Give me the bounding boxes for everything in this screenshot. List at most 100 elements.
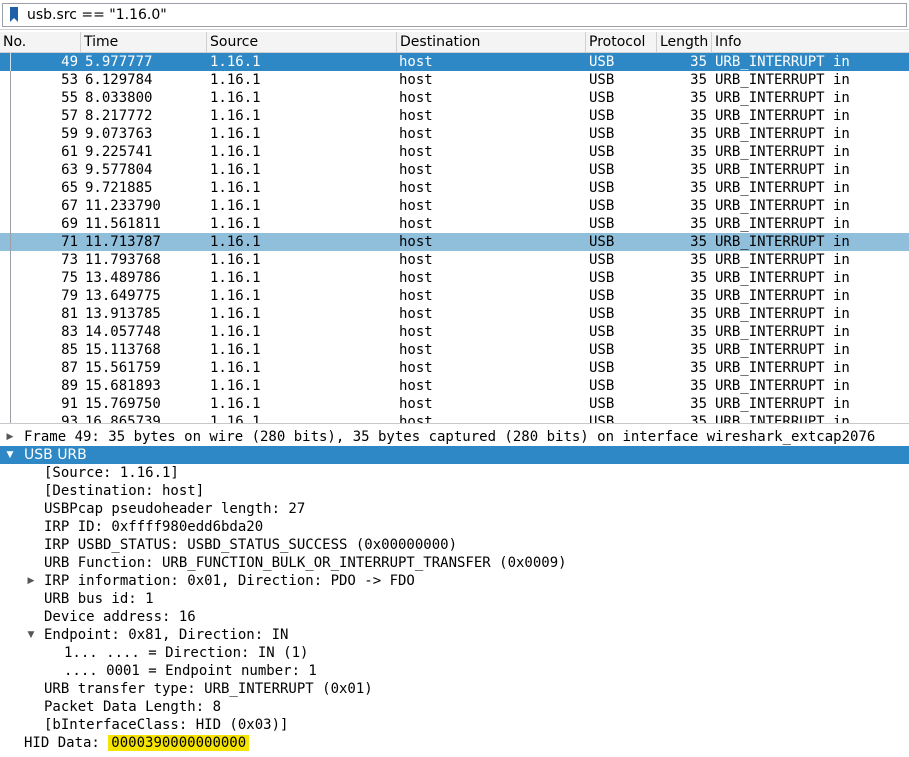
detail-frame[interactable]: ▶ Frame 49: 35 bytes on wire (280 bits),… bbox=[0, 428, 909, 446]
packet-row[interactable]: 91 15.769750 1.16.1 host USB 35 URB_INTERRUPT … bbox=[0, 395, 909, 413]
packet-row[interactable]: 87 15.561759 1.16.1 host USB 35 URB_INTERRUPT … bbox=[0, 359, 909, 377]
packet-row[interactable]: 79 13.649775 1.16.1 host USB 35 URB_INTERRUPT … bbox=[0, 287, 909, 305]
detail-irp-id[interactable]: IRP ID: 0xffff980edd6bda20 bbox=[0, 518, 909, 536]
packet-cell-time: 15.769750 bbox=[85, 396, 161, 412]
collapse-arrow-icon[interactable]: ▼ bbox=[25, 626, 37, 644]
detail-endpoint-number[interactable]: .... 0001 = Endpoint number: 1 bbox=[0, 662, 909, 680]
detail-usb-urb[interactable]: ▼ USB URB bbox=[0, 446, 909, 464]
packet-cell-info: URB_INTERRUPT in bbox=[715, 180, 850, 196]
packet-cell-no: 73 bbox=[61, 252, 78, 268]
detail-endpoint[interactable]: ▼ Endpoint: 0x81, Direction: IN bbox=[0, 626, 909, 644]
packet-row[interactable]: 67 11.233790 1.16.1 host USB 35 URB_INTERRUPT … bbox=[0, 197, 909, 215]
packet-row[interactable]: 85 15.113768 1.16.1 host USB 35 URB_INTERRUPT … bbox=[0, 341, 909, 359]
packet-cell-src: 1.16.1 bbox=[210, 234, 261, 250]
packet-cell-proto: USB bbox=[589, 342, 615, 358]
packet-row[interactable]: 71 11.713787 1.16.1 host USB 35 URB_INTERRUPT … bbox=[0, 233, 909, 251]
detail-irp-information[interactable]: ▶ IRP information: 0x01, Direction: PDO … bbox=[0, 572, 909, 590]
packet-cell-len: 35 bbox=[690, 144, 707, 160]
packet-cell-no: 93 bbox=[61, 414, 78, 424]
packet-row[interactable]: 75 13.489786 1.16.1 host USB 35 URB_INTERRUPT … bbox=[0, 269, 909, 287]
packet-row[interactable]: 73 11.793768 1.16.1 host USB 35 URB_INTERRUPT … bbox=[0, 251, 909, 269]
packet-cell-src: 1.16.1 bbox=[210, 414, 261, 424]
packet-cell-proto: USB bbox=[589, 108, 615, 124]
packet-cell-src: 1.16.1 bbox=[210, 108, 261, 124]
column-info[interactable]: Info bbox=[712, 32, 909, 53]
packet-cell-proto: USB bbox=[589, 72, 615, 88]
packet-row[interactable]: 49 5.977777 1.16.1 host USB 35 URB_INTERRUPT i… bbox=[0, 53, 909, 71]
packet-cell-time: 11.713787 bbox=[85, 234, 161, 250]
detail-interface-class[interactable]: [bInterfaceClass: HID (0x03)] bbox=[0, 716, 909, 734]
packet-cell-info: URB_INTERRUPT in bbox=[715, 144, 850, 160]
packet-cell-info: URB_INTERRUPT in bbox=[715, 396, 850, 412]
packet-cell-len: 35 bbox=[690, 324, 707, 340]
column-no[interactable]: No. bbox=[0, 32, 81, 53]
packet-row[interactable]: 65 9.721885 1.16.1 host USB 35 URB_INTERRUPT i… bbox=[0, 179, 909, 197]
packet-row[interactable]: 83 14.057748 1.16.1 host USB 35 URB_INTERRUPT … bbox=[0, 323, 909, 341]
column-time[interactable]: Time bbox=[81, 32, 207, 53]
packet-cell-dst: host bbox=[399, 288, 433, 304]
packet-cell-len: 35 bbox=[690, 90, 707, 106]
packet-cell-time: 13.649775 bbox=[85, 288, 161, 304]
collapse-arrow-icon[interactable]: ▼ bbox=[4, 446, 16, 464]
detail-data-length[interactable]: Packet Data Length: 8 bbox=[0, 698, 909, 716]
packet-cell-proto: USB bbox=[589, 288, 615, 304]
display-filter-input[interactable]: usb.src == "1.16.0" bbox=[2, 3, 907, 27]
packet-cell-no: 65 bbox=[61, 180, 78, 196]
packet-cell-no: 61 bbox=[61, 144, 78, 160]
packet-cell-dst: host bbox=[399, 54, 433, 70]
packet-cell-time: 11.561811 bbox=[85, 216, 161, 232]
packet-row[interactable]: 81 13.913785 1.16.1 host USB 35 URB_INTERRUPT … bbox=[0, 305, 909, 323]
packet-cell-time: 9.577804 bbox=[85, 162, 153, 178]
detail-device-address[interactable]: Device address: 16 bbox=[0, 608, 909, 626]
column-destination[interactable]: Destination bbox=[397, 32, 586, 53]
expand-arrow-icon[interactable]: ▶ bbox=[4, 428, 16, 446]
packet-row[interactable]: 69 11.561811 1.16.1 host USB 35 URB_INTERRUPT … bbox=[0, 215, 909, 233]
detail-source[interactable]: [Source: 1.16.1] bbox=[0, 464, 909, 482]
detail-urb-function[interactable]: URB Function: URB_FUNCTION_BULK_OR_INTER… bbox=[0, 554, 909, 572]
packet-cell-proto: USB bbox=[589, 144, 615, 160]
packet-row[interactable]: 63 9.577804 1.16.1 host USB 35 URB_INTERRUPT i… bbox=[0, 161, 909, 179]
packet-cell-src: 1.16.1 bbox=[210, 90, 261, 106]
bookmark-icon[interactable] bbox=[9, 7, 19, 23]
detail-pseudoheader[interactable]: USBPcap pseudoheader length: 27 bbox=[0, 500, 909, 518]
display-filter-bar: usb.src == "1.16.0" bbox=[0, 0, 909, 30]
packet-row[interactable]: 57 8.217772 1.16.1 host USB 35 URB_INTERRUPT i… bbox=[0, 107, 909, 125]
packet-cell-len: 35 bbox=[690, 180, 707, 196]
column-length[interactable]: Length bbox=[657, 32, 712, 53]
packet-row[interactable]: 61 9.225741 1.16.1 host USB 35 URB_INTERRUPT i… bbox=[0, 143, 909, 161]
packet-row[interactable]: 55 8.033800 1.16.1 host USB 35 URB_INTERRUPT i… bbox=[0, 89, 909, 107]
packet-cell-no: 81 bbox=[61, 306, 78, 322]
detail-hid-data[interactable]: HID Data: 0000390000000000 bbox=[0, 734, 909, 752]
packet-cell-proto: USB bbox=[589, 360, 615, 376]
packet-cell-len: 35 bbox=[690, 414, 707, 424]
detail-endpoint-direction[interactable]: 1... .... = Direction: IN (1) bbox=[0, 644, 909, 662]
packet-cell-time: 8.033800 bbox=[85, 90, 153, 106]
packet-row[interactable]: 53 6.129784 1.16.1 host USB 35 URB_INTERRUPT i… bbox=[0, 71, 909, 89]
packet-list[interactable]: No. Time Source Destination Protocol Len… bbox=[0, 32, 909, 424]
packet-cell-len: 35 bbox=[690, 108, 707, 124]
packet-cell-src: 1.16.1 bbox=[210, 396, 261, 412]
packet-cell-info: URB_INTERRUPT in bbox=[715, 108, 850, 124]
packet-cell-time: 9.721885 bbox=[85, 180, 153, 196]
expand-arrow-icon[interactable]: ▶ bbox=[25, 572, 37, 590]
detail-bus-id[interactable]: URB bus id: 1 bbox=[0, 590, 909, 608]
packet-cell-src: 1.16.1 bbox=[210, 324, 261, 340]
packet-cell-dst: host bbox=[399, 270, 433, 286]
packet-cell-no: 57 bbox=[61, 108, 78, 124]
detail-destination[interactable]: [Destination: host] bbox=[0, 482, 909, 500]
packet-cell-time: 13.913785 bbox=[85, 306, 161, 322]
detail-transfer-type[interactable]: URB transfer type: URB_INTERRUPT (0x01) bbox=[0, 680, 909, 698]
packet-row[interactable]: 59 9.073763 1.16.1 host USB 35 URB_INTERRUPT i… bbox=[0, 125, 909, 143]
packet-cell-info: URB_INTERRUPT in bbox=[715, 378, 850, 394]
packet-cell-no: 89 bbox=[61, 378, 78, 394]
column-protocol[interactable]: Protocol bbox=[586, 32, 657, 53]
detail-irp-status[interactable]: IRP USBD_STATUS: USBD_STATUS_SUCCESS (0x… bbox=[0, 536, 909, 554]
packet-cell-dst: host bbox=[399, 324, 433, 340]
packet-row[interactable]: 89 15.681893 1.16.1 host USB 35 URB_INTERRUPT … bbox=[0, 377, 909, 395]
packet-cell-info: URB_INTERRUPT in bbox=[715, 72, 850, 88]
packet-cell-no: 71 bbox=[61, 234, 78, 250]
packet-cell-info: URB_INTERRUPT in bbox=[715, 198, 850, 214]
column-source[interactable]: Source bbox=[207, 32, 397, 53]
packet-row[interactable]: 93 16.865739 1.16.1 host USB 35 URB_INTERRUPT … bbox=[0, 413, 909, 424]
packet-cell-dst: host bbox=[399, 198, 433, 214]
